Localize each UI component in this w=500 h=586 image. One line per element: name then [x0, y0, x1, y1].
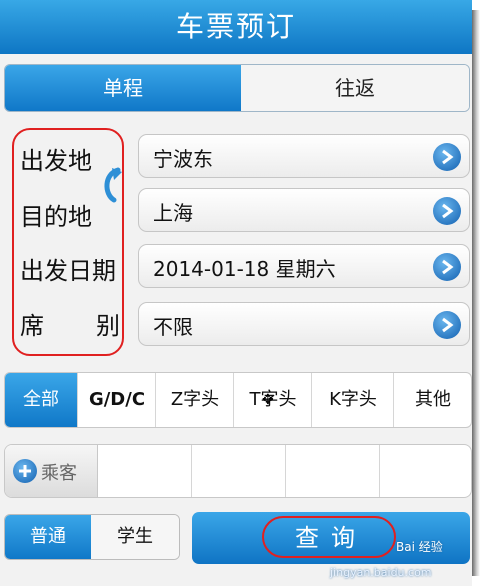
trip-type-tabs: 单程 往返 — [4, 64, 470, 112]
passenger-slot-divider — [379, 445, 380, 497]
swap-stations-icon[interactable] — [96, 166, 126, 210]
app-screen: 车票预订 单程 往返 出发地 目的地 出发日期 席 别 宁波东 上海 2014-… — [0, 0, 472, 586]
seat-value: 不限 — [153, 315, 193, 339]
chevron-right-icon[interactable] — [433, 197, 461, 225]
passenger-label: 乘客 — [41, 463, 77, 484]
filter-all[interactable]: 全部 — [5, 373, 77, 427]
train-type-filter: 全部 G/D/C Z字头 T字头 K字头 其他 — [4, 372, 472, 428]
tab-one-way[interactable]: 单程 — [5, 65, 241, 111]
chevron-right-icon[interactable] — [433, 253, 461, 281]
query-highlight-oval — [262, 516, 396, 558]
passenger-bar: 乘客 — [4, 444, 472, 498]
filter-z[interactable]: Z字头 — [155, 373, 234, 427]
ticket-type-toggle: 普通 学生 — [4, 514, 180, 560]
passenger-slot-divider — [285, 445, 286, 497]
move-cursor-icon: ✥ — [262, 392, 274, 408]
chevron-right-icon[interactable] — [433, 311, 461, 339]
torn-edge-shadow — [472, 10, 480, 576]
page-title: 车票预订 — [0, 0, 472, 54]
destination-field[interactable]: 上海 — [138, 188, 470, 232]
filter-gdc[interactable]: G/D/C — [77, 373, 156, 427]
watermark-url: jingyan.baidu.com — [330, 566, 432, 579]
seat-field[interactable]: 不限 — [138, 302, 470, 346]
departure-field[interactable]: 宁波东 — [138, 134, 470, 178]
departure-value: 宁波东 — [153, 147, 213, 171]
label-highlight-oval — [12, 128, 124, 356]
date-value: 2014-01-18 星期六 — [153, 257, 336, 281]
chevron-right-icon[interactable] — [433, 143, 461, 171]
plus-icon — [13, 459, 37, 483]
filter-other[interactable]: 其他 — [393, 373, 471, 427]
destination-value: 上海 — [153, 201, 193, 225]
passenger-slot-divider — [191, 445, 192, 497]
watermark-brand: Bai 经验 — [396, 540, 443, 554]
filter-k[interactable]: K字头 — [311, 373, 394, 427]
date-field[interactable]: 2014-01-18 星期六 — [138, 244, 470, 288]
ticket-type-adult[interactable]: 普通 — [5, 515, 91, 559]
add-passenger-button[interactable]: 乘客 — [5, 445, 98, 497]
ticket-type-student[interactable]: 学生 — [91, 515, 179, 559]
tab-round-trip[interactable]: 往返 — [241, 65, 469, 111]
